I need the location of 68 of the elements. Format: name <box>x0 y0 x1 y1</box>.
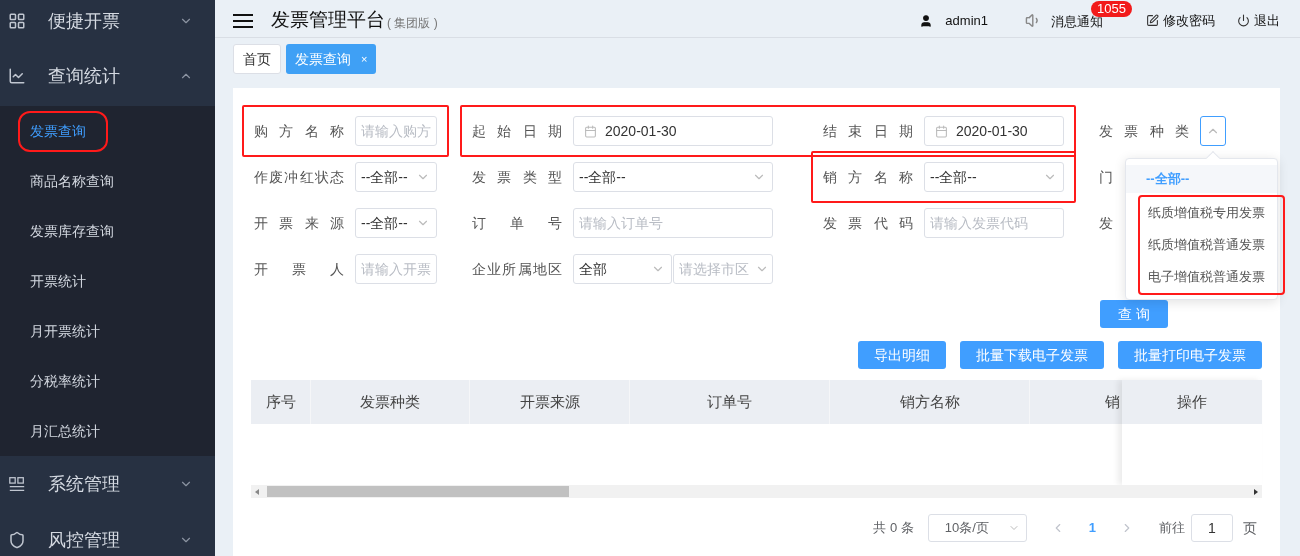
horizontal-scrollbar[interactable] <box>251 485 1262 498</box>
date-field[interactable]: 2020-01-30 <box>573 116 773 146</box>
date-field[interactable]: 2020-01-30 <box>924 116 1064 146</box>
field-label: 发 票 种 类 <box>1099 121 1189 141</box>
sidebar-item[interactable]: 开票统计 <box>0 256 215 306</box>
field-label: 作废冲红状态 <box>254 167 344 187</box>
sidebar-menu[interactable]: 系统管理 <box>0 456 215 512</box>
select-field[interactable] <box>1200 116 1226 146</box>
scrollbar-thumb[interactable] <box>267 486 569 497</box>
user-icon <box>919 13 934 28</box>
power-icon <box>1237 14 1250 27</box>
field-label: 开 票 人 <box>254 259 344 279</box>
field-label: 发 票 代 码 <box>823 213 913 233</box>
logout-link[interactable]: 退出 <box>1254 10 1280 31</box>
select-field[interactable]: --全部-- <box>573 162 773 192</box>
select-field[interactable]: 全部 <box>573 254 672 284</box>
dropdown-option[interactable]: 纸质增值税普通发票 <box>1140 229 1283 261</box>
change-password-link[interactable]: 修改密码 <box>1163 10 1215 31</box>
sidebar-menu[interactable]: 查询统计 <box>0 46 215 106</box>
sidebar-item[interactable]: 商品名称查询 <box>0 156 215 206</box>
app-subtitle: ( 集团版 ) <box>387 14 438 32</box>
scroll-left-icon <box>255 488 259 495</box>
field-label: 开 票 来 源 <box>254 213 344 233</box>
text-field[interactable]: 请输入开票 <box>355 254 437 284</box>
total-count: 共 0 条 <box>873 519 914 538</box>
chart-icon <box>8 67 26 85</box>
field-label: 发 票 类 型 <box>472 167 562 187</box>
sidebar-item[interactable]: 发票库存查询 <box>0 206 215 256</box>
dropdown-option[interactable]: 电子增值税普通发票 <box>1140 261 1283 293</box>
grid-icon <box>8 12 26 30</box>
scroll-right-icon <box>1254 488 1258 495</box>
page-input[interactable]: 1 <box>1191 514 1233 542</box>
text-field[interactable]: 请输入发票代码 <box>924 208 1064 238</box>
user-name[interactable]: admin1 <box>945 10 988 31</box>
menu-icon[interactable] <box>233 12 253 29</box>
page-unit: 页 <box>1243 518 1257 538</box>
app-title: 发票管理平台 <box>271 8 385 33</box>
column-header: 操作 <box>1122 380 1262 424</box>
field-label: 门 <box>1099 167 1113 187</box>
text-field[interactable]: 请输入购方 <box>355 116 437 146</box>
edit-icon <box>1146 14 1159 27</box>
dropdown-option[interactable]: 纸质增值税专用发票 <box>1140 197 1283 229</box>
page-size-select[interactable]: 10条/页 <box>927 514 1027 542</box>
column-header: 销 <box>1104 391 1121 412</box>
sidebar-item[interactable]: 月开票统计 <box>0 306 215 356</box>
panels-icon <box>8 475 26 493</box>
sidebar-item[interactable]: 发票查询 <box>0 106 215 156</box>
text-field[interactable]: 请输入订单号 <box>573 208 773 238</box>
sidebar-menu[interactable]: 风控管理 <box>0 512 215 556</box>
goto-label: 前往 <box>1159 519 1185 538</box>
field-label: 企业所属地区 <box>472 259 562 279</box>
select-field[interactable]: --全部-- <box>355 162 437 192</box>
sidebar-item[interactable]: 月汇总统计 <box>0 406 215 456</box>
shield-icon <box>8 531 26 549</box>
field-label: 购 方 名 称 <box>254 121 344 141</box>
notification-badge: 1055 <box>1091 0 1132 17</box>
page-tab[interactable]: 首页 <box>233 44 281 74</box>
select-field[interactable]: --全部-- <box>924 162 1064 192</box>
field-label: 结 束 日 期 <box>823 121 913 141</box>
field-label: 销 方 名 称 <box>823 167 913 187</box>
field-label: 发 <box>1099 213 1113 233</box>
field-label: 订 单 号 <box>472 213 562 233</box>
select-field[interactable]: --全部-- <box>355 208 437 238</box>
calendar-icon <box>935 124 948 138</box>
sidebar-menu[interactable]: 便捷开票 <box>0 0 215 46</box>
calendar-icon <box>584 124 597 138</box>
sidebar-item[interactable]: 分税率统计 <box>0 356 215 406</box>
field-label: 起 始 日 期 <box>472 121 562 141</box>
